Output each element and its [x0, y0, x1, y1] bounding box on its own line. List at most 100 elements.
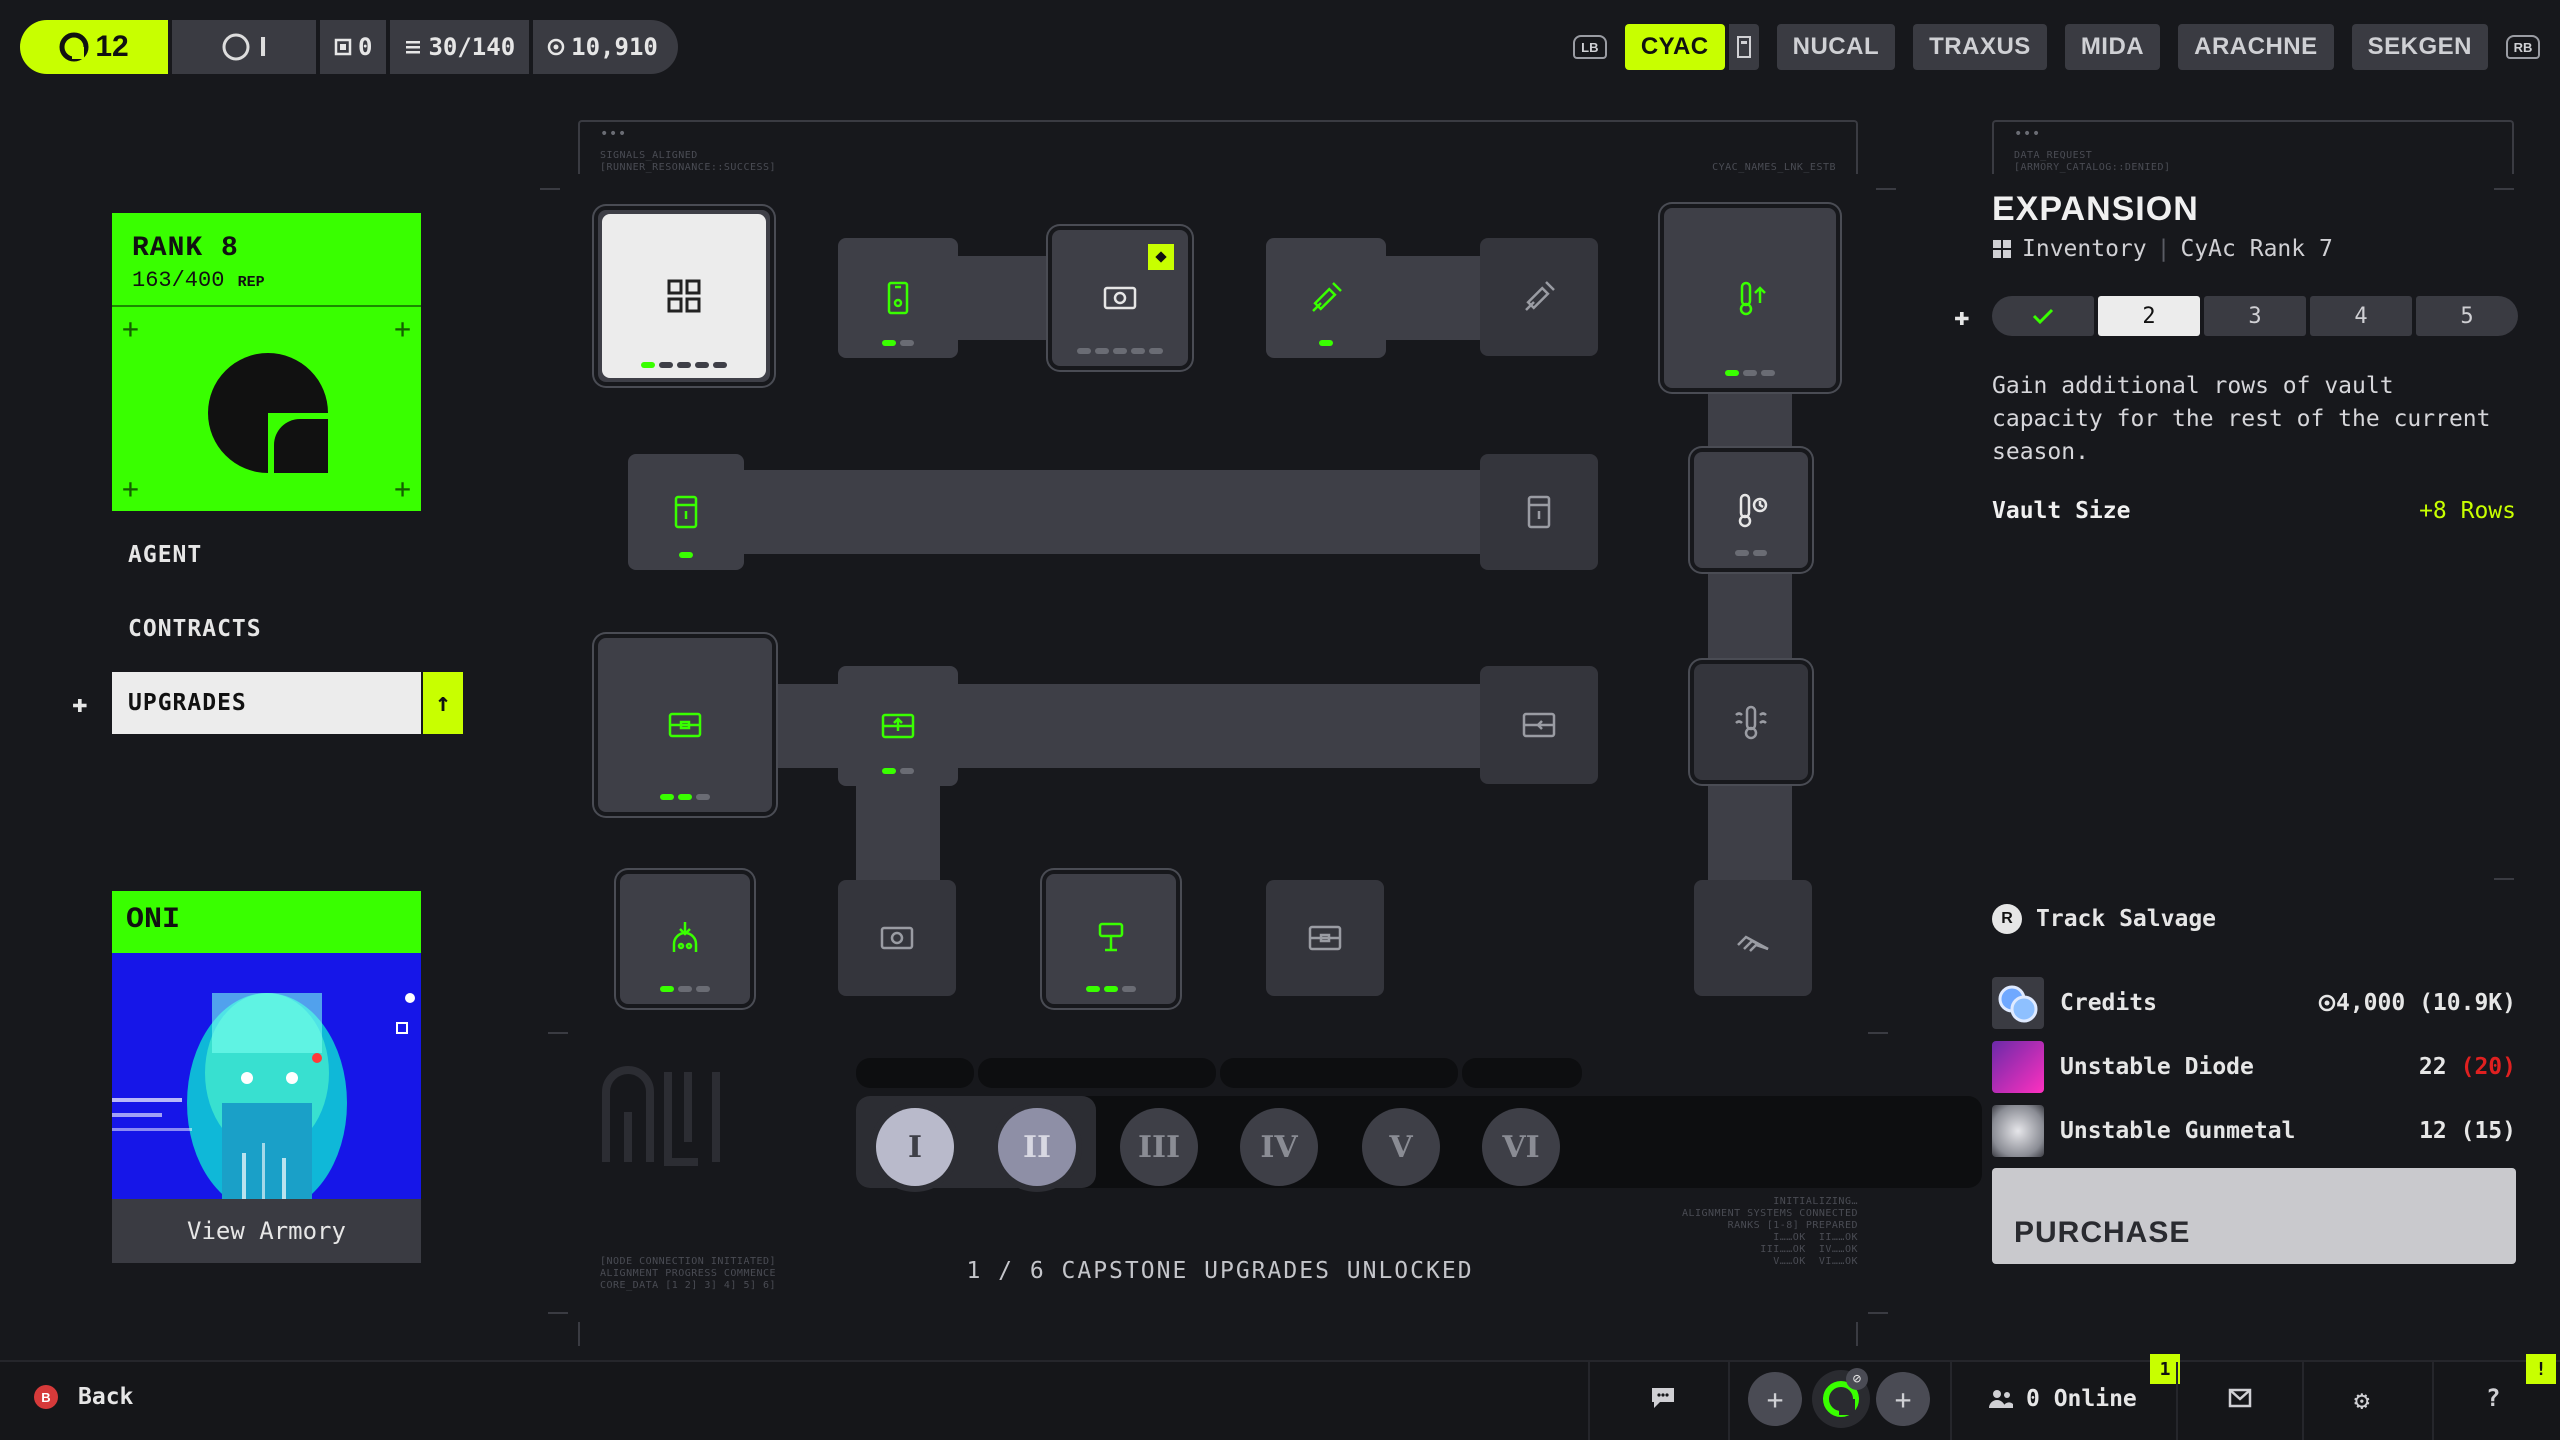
tab-cyac[interactable]: CYAC — [1624, 24, 1725, 70]
stat-label: Vault Size — [1992, 498, 2131, 524]
backpack-arrow-icon — [1522, 712, 1556, 738]
back-button[interactable]: B Back — [34, 1384, 133, 1410]
pip — [641, 362, 655, 368]
thermometer-clock-icon — [1738, 493, 1768, 528]
upgrade-node-pack-locked[interactable] — [1266, 880, 1384, 996]
view-armory-button[interactable]: View Armory — [112, 1199, 421, 1263]
resource-owned-deficit: (20) — [2460, 1054, 2516, 1080]
upgrade-node-beacon[interactable] — [1046, 874, 1176, 1004]
oni-title: ONI — [112, 891, 421, 953]
arrow-up-icon[interactable]: ↑ — [423, 672, 463, 734]
stat-counter-a: 0 — [320, 20, 387, 74]
canister-icon — [1527, 495, 1551, 529]
pip — [1086, 986, 1100, 992]
credits-value: 10,910 — [571, 33, 658, 61]
upgrade-node-cash-locked[interactable] — [838, 880, 956, 996]
tab-cyac-extra[interactable] — [1728, 24, 1759, 70]
pip — [679, 552, 693, 558]
pip — [678, 986, 692, 992]
tier-pips — [679, 552, 693, 558]
capstone-2[interactable]: II — [998, 1108, 1076, 1186]
nav-contracts[interactable]: CONTRACTS — [112, 598, 421, 660]
upgrade-node-expansion[interactable] — [598, 210, 770, 382]
capstone-3[interactable]: III — [1120, 1108, 1198, 1186]
grid-expansion-icon — [667, 279, 701, 313]
pip — [660, 986, 674, 992]
divider — [1728, 1362, 1730, 1440]
tab-sekgen[interactable]: SEKGEN — [2351, 24, 2488, 70]
cost-row-credits: Credits 4,000 (10.9K) — [1992, 976, 2516, 1030]
backpack-upgrade-icon — [881, 713, 915, 739]
tier-pips — [660, 794, 710, 800]
divider — [2302, 1362, 2304, 1440]
tab-nucal[interactable]: NUCAL — [1776, 24, 1896, 70]
tab-mida[interactable]: MIDA — [2064, 24, 2161, 70]
upgrade-node-speed-locked[interactable] — [1694, 880, 1812, 996]
upgrade-node-tablet[interactable] — [838, 238, 958, 358]
tier-pips — [1319, 340, 1333, 346]
help-icon[interactable]: ? — [2486, 1384, 2500, 1412]
upgrade-node-syringe[interactable] — [1266, 238, 1386, 358]
nav-upgrades[interactable]: UPGRADES — [112, 672, 421, 734]
grid-tick — [1868, 1312, 1888, 1314]
tier-selector: 2 3 4 5 — [1992, 296, 2518, 336]
tier-2[interactable]: 2 — [2098, 296, 2200, 336]
r-stick-icon: R — [1992, 904, 2022, 934]
upgrade-node-canister-locked[interactable] — [1480, 454, 1598, 570]
pip — [1131, 348, 1145, 354]
chat-bubble-icon — [1652, 1388, 1674, 1408]
cash-case-icon — [880, 926, 914, 950]
capstone-track — [978, 1058, 1216, 1088]
upgrade-node-backpack-locked[interactable] — [1480, 666, 1598, 784]
tier-3[interactable]: 3 — [2204, 296, 2306, 336]
purchase-button[interactable]: PURCHASE — [1992, 1168, 2516, 1264]
rb-button-icon[interactable]: RB — [2506, 35, 2540, 59]
upgrade-node-syringe-locked[interactable] — [1480, 238, 1598, 356]
pip — [695, 362, 709, 368]
friends-icon — [1989, 1390, 2013, 1408]
selected-node-face — [602, 214, 766, 378]
upgrade-subtitle: Inventory | CyAc Rank 7 — [1992, 236, 2333, 262]
upgrade-node-heat[interactable] — [1664, 208, 1836, 388]
node-connector — [740, 470, 1500, 554]
party-slot-add[interactable]: + — [1876, 1372, 1930, 1426]
settings-gear-icon[interactable]: ⚙ — [2354, 1386, 2370, 1416]
upgrade-node-heat-sink[interactable] — [1694, 664, 1808, 780]
upgrade-node-credits-case[interactable] — [1052, 230, 1188, 366]
tier-4[interactable]: 4 — [2310, 296, 2412, 336]
panel-frame-top: ••• DATA_REQUEST [ARMORY_CATALOG::DENIED… — [1992, 120, 2514, 174]
grid-tick — [548, 1312, 568, 1314]
track-salvage-button[interactable]: R Track Salvage — [1992, 904, 2216, 934]
tab-arachne[interactable]: ARACHNE — [2178, 24, 2334, 70]
capstone-4[interactable]: IV — [1240, 1108, 1318, 1186]
player-level[interactable]: 12 — [20, 20, 168, 74]
oni-agent-card[interactable]: ONI View Armory — [112, 891, 421, 1263]
upgrade-node-extract[interactable] — [620, 874, 750, 1004]
org-badge[interactable]: I — [172, 20, 316, 74]
upgrade-node-backpack-up[interactable] — [838, 666, 958, 786]
tier-1-completed[interactable] — [1992, 296, 2094, 336]
online-count: 0 Online — [2026, 1386, 2137, 1412]
friends-online[interactable]: 0 Online — [1988, 1386, 2137, 1412]
capstone-5[interactable]: V — [1362, 1108, 1440, 1186]
lb-button-icon[interactable]: LB — [1572, 35, 1607, 59]
faction-glyph-icon — [602, 1066, 720, 1166]
upgrade-node-backpack[interactable] — [598, 638, 772, 812]
tier-5[interactable]: 5 — [2416, 296, 2518, 336]
party-slot-add[interactable]: + — [1748, 1372, 1802, 1426]
extract-icon — [672, 922, 698, 952]
upgrade-node-heat-timer[interactable] — [1694, 452, 1808, 568]
pip — [1104, 986, 1118, 992]
upgrade-node-canister[interactable] — [628, 454, 744, 570]
mail-icon[interactable] — [2228, 1388, 2252, 1412]
tab-traxus[interactable]: TRAXUS — [1913, 24, 2047, 70]
chat-icon[interactable] — [1650, 1386, 1676, 1414]
pip — [713, 362, 727, 368]
dpad-icon: ✚ — [72, 689, 88, 719]
nav-agent[interactable]: AGENT — [112, 524, 421, 586]
pip — [1761, 370, 1775, 376]
capstone-1[interactable]: I — [876, 1108, 954, 1186]
pip — [1113, 348, 1127, 354]
tablet-icon — [887, 281, 909, 315]
capstone-6[interactable]: VI — [1482, 1108, 1560, 1186]
